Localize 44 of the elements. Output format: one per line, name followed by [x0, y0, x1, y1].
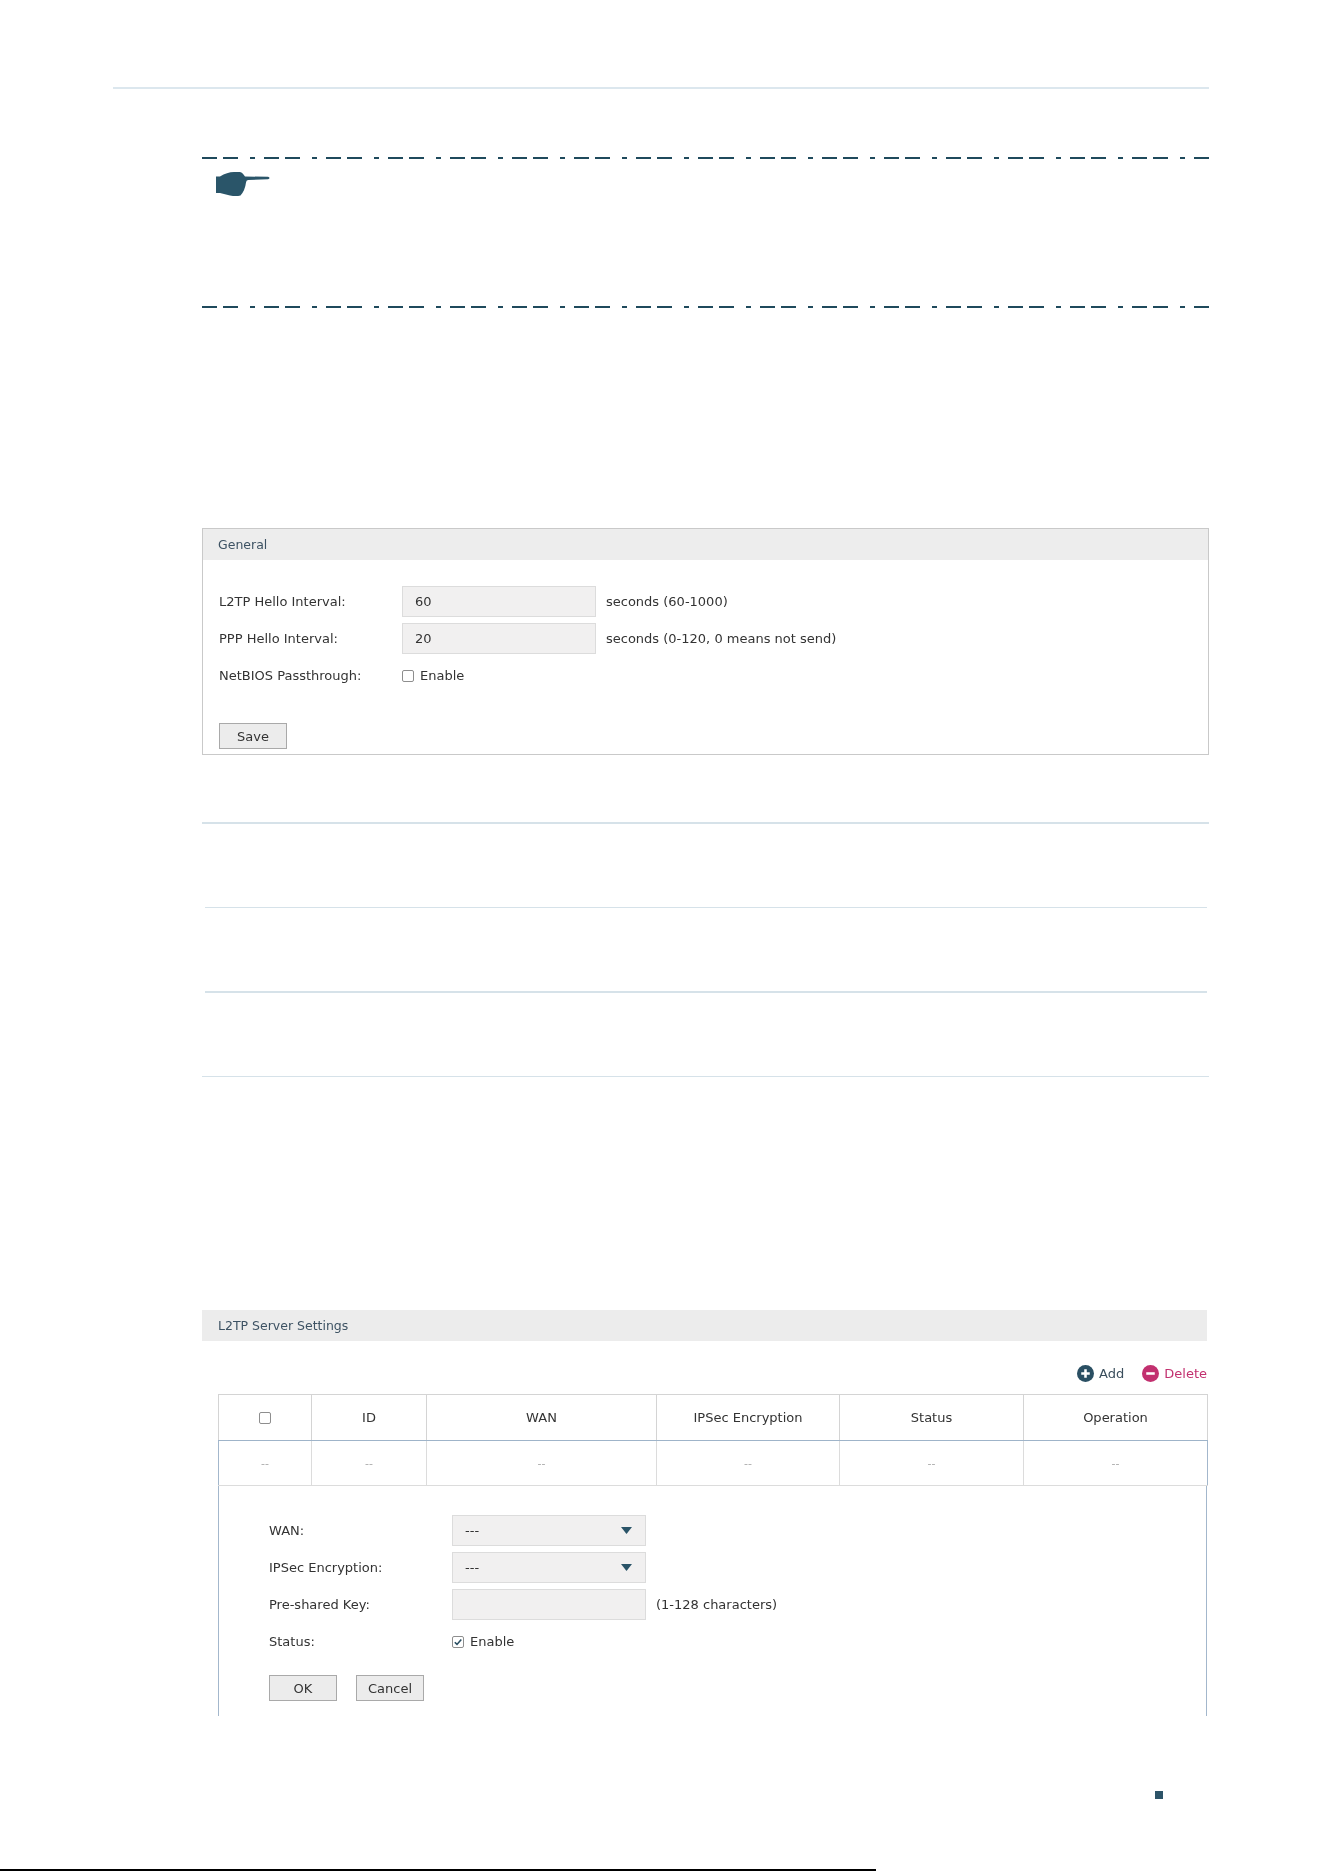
- column-header: WAN: [426, 1394, 657, 1441]
- square-marker-icon: [1155, 1791, 1163, 1799]
- add-button[interactable]: Add: [1077, 1364, 1125, 1382]
- hint-text: seconds (0-120, 0 means not send): [606, 631, 837, 646]
- table-cell: --: [839, 1440, 1024, 1486]
- checkbox-label[interactable]: Enable: [470, 1634, 515, 1649]
- input-field[interactable]: 20: [402, 623, 596, 654]
- save-button[interactable]: Save: [219, 723, 287, 749]
- ok-button[interactable]: OK: [269, 1675, 337, 1701]
- cancel-button[interactable]: Cancel: [356, 1675, 424, 1701]
- table-cell: --: [1023, 1440, 1208, 1486]
- delete-button[interactable]: Delete: [1142, 1364, 1207, 1382]
- dropdown[interactable]: ---: [452, 1552, 646, 1583]
- checkbox[interactable]: [259, 1411, 271, 1424]
- column-header: Operation: [1023, 1394, 1208, 1441]
- column-header: ID: [311, 1394, 427, 1441]
- checkbox-label[interactable]: Enable: [420, 668, 465, 683]
- plus-circle-icon: [1077, 1364, 1095, 1382]
- minus-circle-icon: [1142, 1364, 1160, 1382]
- caret-icon: [621, 1527, 632, 1534]
- hint-text: seconds (60-1000): [606, 594, 728, 609]
- field-label: IPSec Encryption:: [269, 1560, 384, 1575]
- field-label: WAN:: [269, 1523, 306, 1538]
- table-cell: --: [426, 1440, 657, 1486]
- panel-header: General: [203, 529, 1208, 560]
- checkbox[interactable]: [452, 1635, 464, 1648]
- input-field[interactable]: [452, 1589, 646, 1620]
- checkbox[interactable]: [402, 669, 414, 682]
- table-cell: --: [218, 1440, 312, 1486]
- field-label: NetBIOS Passthrough:: [219, 668, 363, 683]
- column-header: IPSec Encryption: [656, 1394, 840, 1441]
- field-label: PPP Hello Interval:: [219, 631, 339, 646]
- table-cell: --: [311, 1440, 427, 1486]
- caret-icon: [621, 1564, 632, 1571]
- hint-text: (1-128 characters): [656, 1597, 778, 1612]
- field-label: Status:: [269, 1634, 316, 1649]
- table-cell: --: [656, 1440, 840, 1486]
- column-header: Status: [839, 1394, 1024, 1441]
- field-label: L2TP Hello Interval:: [219, 594, 347, 609]
- dropdown[interactable]: ---: [452, 1515, 646, 1546]
- field-label: Pre-shared Key:: [269, 1597, 371, 1612]
- input-field[interactable]: 60: [402, 586, 596, 617]
- section-header: L2TP Server Settings: [202, 1310, 1207, 1341]
- pointing-hand-icon: [216, 171, 271, 197]
